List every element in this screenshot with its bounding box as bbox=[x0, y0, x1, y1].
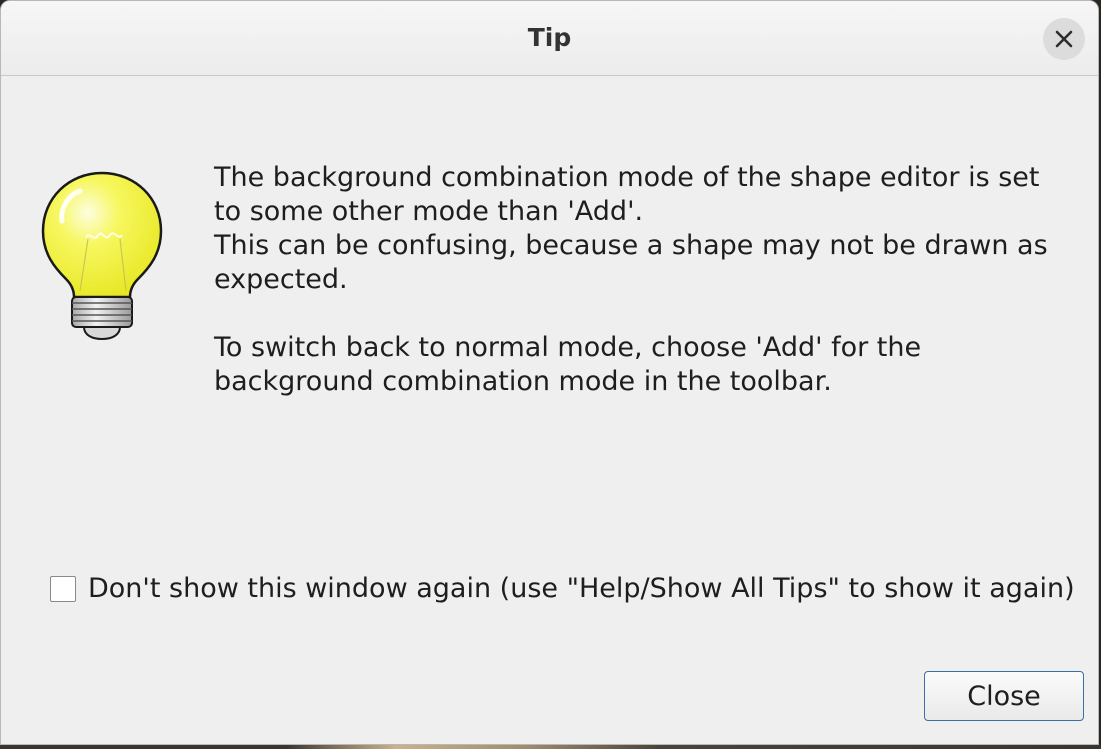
dialog-title: Tip bbox=[527, 23, 572, 52]
tip-dialog: Tip The background combination mode of t… bbox=[0, 0, 1099, 745]
tip-line: The background combination mode of the s… bbox=[214, 162, 1040, 193]
tip-line: to some other mode than 'Add'. bbox=[214, 196, 644, 227]
tip-line: background combination mode in the toolb… bbox=[214, 366, 832, 397]
close-x-glyph bbox=[1055, 30, 1073, 48]
title-bar: Tip bbox=[1, 1, 1098, 76]
close-x-icon[interactable] bbox=[1043, 18, 1085, 60]
tip-line: expected. bbox=[214, 264, 348, 295]
background-window-strip bbox=[0, 745, 1101, 749]
tip-line: This can be confusing, because a shape m… bbox=[214, 230, 1048, 261]
tip-message: The background combination mode of the s… bbox=[214, 161, 1074, 399]
tip-line: To switch back to normal mode, choose 'A… bbox=[214, 332, 922, 363]
dont-show-again-row[interactable]: Don't show this window again (use "Help/… bbox=[50, 573, 1075, 604]
dont-show-again-checkbox[interactable] bbox=[50, 575, 76, 602]
dont-show-again-label[interactable]: Don't show this window again (use "Help/… bbox=[88, 573, 1075, 604]
close-button[interactable]: Close bbox=[924, 671, 1084, 721]
lightbulb-icon bbox=[41, 171, 163, 341]
